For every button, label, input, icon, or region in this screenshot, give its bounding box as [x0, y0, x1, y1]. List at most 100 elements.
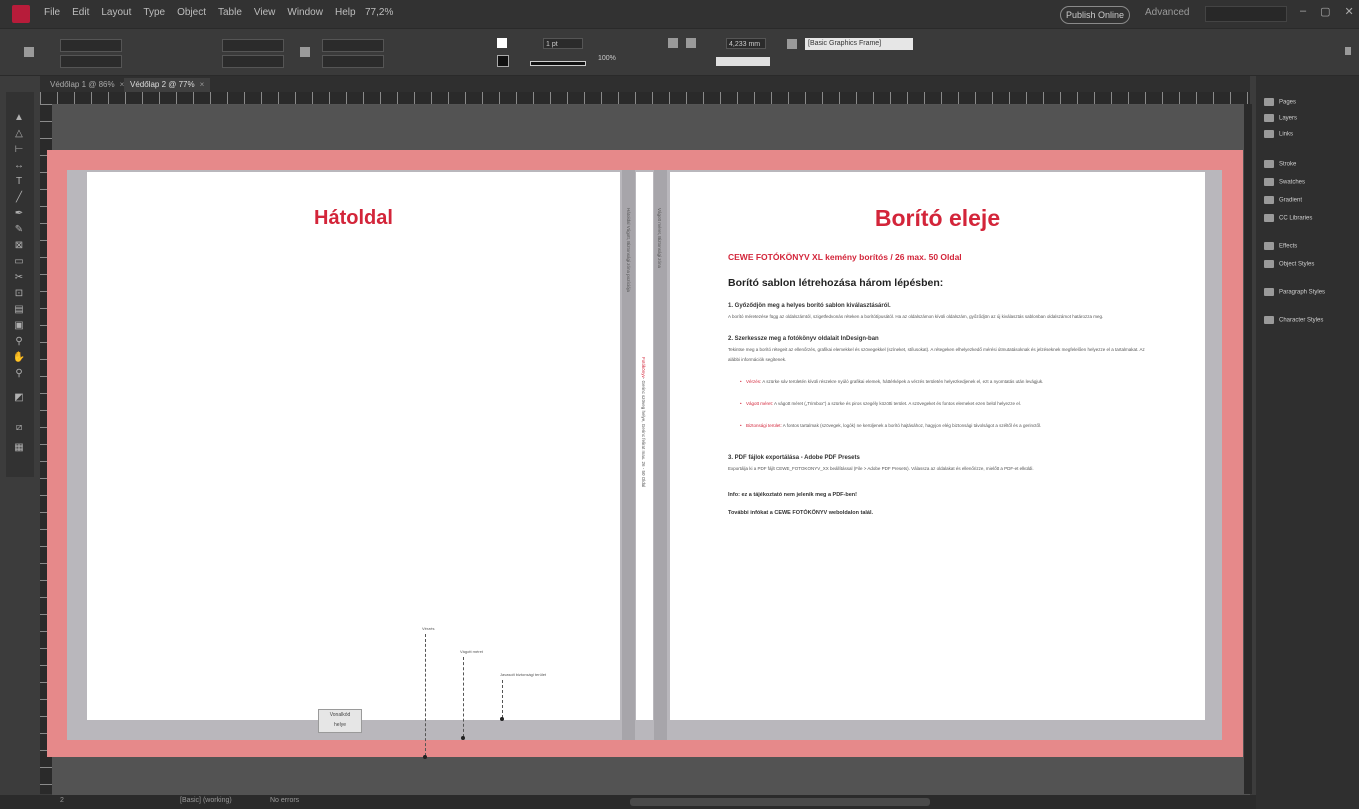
menu-window[interactable]: Window: [287, 7, 323, 18]
close-icon[interactable]: ×: [200, 80, 205, 89]
control-bar-menu-icon[interactable]: [1345, 47, 1351, 55]
stroke-style-dropdown[interactable]: [530, 61, 586, 66]
menu-layout[interactable]: Layout: [101, 7, 131, 18]
panel-gradient[interactable]: Gradient: [1264, 196, 1302, 204]
panel-label: Gradient: [1279, 197, 1303, 204]
gradient-tool-icon[interactable]: ▤: [11, 304, 27, 316]
free-transform-tool-icon[interactable]: ⊡: [11, 288, 27, 300]
rectangle-frame-tool-icon[interactable]: ⊠: [11, 240, 27, 252]
front-cover-title: Borító eleje: [874, 205, 1001, 231]
panel-effects[interactable]: Effects: [1264, 242, 1297, 250]
gap-measure-field[interactable]: 4,233 mm: [726, 38, 766, 49]
panel-stroke[interactable]: Stroke: [1264, 160, 1296, 168]
menu-type[interactable]: Type: [143, 7, 165, 18]
horizontal-ruler[interactable]: [40, 92, 1250, 105]
pen-tool-icon[interactable]: ✒: [11, 208, 27, 220]
close-button[interactable]: ✕: [1345, 5, 1354, 18]
links-icon: [1264, 130, 1274, 138]
gap-tool-icon[interactable]: ↔: [11, 160, 27, 172]
panel-character-styles[interactable]: Character Styles: [1264, 316, 1323, 324]
bullet-text: A szürke sáv területén kívüli részekre n…: [762, 379, 1044, 384]
panel-label: Effects: [1279, 243, 1298, 250]
panel-links[interactable]: Links: [1264, 130, 1293, 138]
back-cover-page[interactable]: Hátoldal: [87, 172, 620, 720]
pages-icon: [1264, 98, 1274, 106]
screen-mode-icon[interactable]: ▦: [11, 442, 27, 454]
stroke-swatch-icon[interactable]: [497, 55, 509, 67]
tab-vedolap-2[interactable]: Védőlap 2 @ 77% ×: [124, 78, 211, 92]
menu-view[interactable]: View: [254, 7, 276, 18]
bullet-key: Vágott méret:: [746, 401, 774, 406]
horizontal-scrollbar-thumb[interactable]: [630, 798, 930, 806]
zoom-tool-icon[interactable]: ⚲: [11, 368, 27, 380]
direct-selection-tool-icon[interactable]: △: [11, 128, 27, 140]
width-field[interactable]: [222, 39, 284, 52]
pencil-tool-icon[interactable]: ✎: [11, 224, 27, 236]
fill-swatch-icon[interactable]: [497, 38, 507, 48]
preflight-status[interactable]: No errors: [270, 797, 299, 804]
panel-layers[interactable]: Layers: [1264, 114, 1297, 122]
menu-table[interactable]: Table: [218, 7, 242, 18]
layers-icon: [1264, 114, 1274, 122]
panel-cc-libraries[interactable]: CC Libraries: [1264, 214, 1312, 222]
note-tool-icon[interactable]: ▣: [11, 320, 27, 332]
spine-red-label: Fotókönyv- Gerinc szöveg helye, Gerinc f…: [641, 357, 646, 487]
publish-online-button[interactable]: Publish Online: [1060, 6, 1130, 24]
panel-pages[interactable]: Pages: [1264, 98, 1296, 106]
zoom-level[interactable]: 77,2%: [365, 7, 393, 18]
menu-file[interactable]: File: [44, 7, 60, 18]
eyedropper-tool-icon[interactable]: ⚲: [11, 336, 27, 348]
front-cover-page[interactable]: Borító eleje CEWE FOTÓKÖNYV XL kemény bo…: [670, 172, 1205, 720]
menu-edit[interactable]: Edit: [72, 7, 89, 18]
fill-stroke-swatch-icon[interactable]: ◩: [11, 392, 27, 404]
apply-none-icon[interactable]: ⧄: [11, 422, 27, 434]
selection-tool-icon[interactable]: ▲: [11, 112, 27, 124]
menu-object[interactable]: Object: [177, 7, 206, 18]
scale-y-field[interactable]: [322, 55, 384, 68]
panel-label: Paragraph Styles: [1279, 289, 1326, 296]
page-tool-icon[interactable]: ⊢: [11, 144, 27, 156]
menu-help[interactable]: Help: [335, 7, 356, 18]
height-field[interactable]: [222, 55, 284, 68]
frame-icon[interactable]: [787, 39, 797, 49]
maximize-button[interactable]: ▢: [1320, 5, 1330, 18]
panel-swatches[interactable]: Swatches: [1264, 178, 1305, 186]
x-position-field[interactable]: [60, 39, 122, 52]
spine-page[interactable]: Fotókönyv- Gerinc szöveg helye, Gerinc f…: [636, 172, 653, 720]
rectangle-tool-icon[interactable]: ▭: [11, 256, 27, 268]
line-tool-icon[interactable]: ╱: [11, 192, 27, 204]
instructions-block: CEWE FOTÓKÖNYV XL kemény borítós / 26 ma…: [728, 252, 1153, 516]
search-input[interactable]: [1205, 6, 1287, 22]
preflight-profile[interactable]: [Basic] (working): [180, 797, 232, 804]
page-number-field[interactable]: 2: [60, 797, 64, 804]
character-styles-icon: [1264, 316, 1274, 324]
safe-area-callout-label: Javasolt biztonsági terület: [500, 672, 547, 677]
hand-tool-icon[interactable]: ✋: [11, 352, 27, 364]
tab-vedolap-1[interactable]: Védőlap 1 @ 86% ×: [44, 78, 130, 92]
reference-point-icon[interactable]: [24, 47, 34, 57]
indesign-logo-icon: [12, 5, 30, 23]
minimize-button[interactable]: –: [1300, 5, 1306, 18]
step-1-body: A borító méretezése függ az oldalszámtól…: [728, 314, 1104, 319]
fill-preview[interactable]: [716, 57, 770, 66]
paragraph-styles-icon: [1264, 288, 1274, 296]
panel-object-styles[interactable]: Object Styles: [1264, 260, 1314, 268]
opacity-field[interactable]: 100%: [598, 55, 616, 62]
list-item: • Vágott méret: A vágott méret („Trimbox”…: [740, 399, 1153, 409]
vertical-scrollbar[interactable]: [1244, 104, 1252, 794]
panel-paragraph-styles[interactable]: Paragraph Styles: [1264, 288, 1325, 296]
scale-x-field[interactable]: [322, 39, 384, 52]
y-position-field[interactable]: [60, 55, 122, 68]
constrain-proportions-icon[interactable]: [300, 47, 310, 57]
distribute-icon[interactable]: [686, 38, 696, 48]
bullet-icon: •: [740, 401, 742, 406]
type-tool-icon[interactable]: T: [11, 176, 27, 188]
stroke-weight-field[interactable]: 1 pt: [543, 38, 583, 49]
align-icon[interactable]: [668, 38, 678, 48]
workspace-switcher[interactable]: Advanced: [1145, 7, 1189, 18]
instructions-heading: Borító sablon létrehozása három lépésben…: [728, 277, 944, 289]
object-style-dropdown[interactable]: [Basic Graphics Frame]: [805, 38, 913, 50]
barcode-placeholder[interactable]: Vonalkód helye: [318, 709, 362, 733]
scissors-tool-icon[interactable]: ✂: [11, 272, 27, 284]
back-cover-title: Hátoldal: [314, 207, 393, 229]
